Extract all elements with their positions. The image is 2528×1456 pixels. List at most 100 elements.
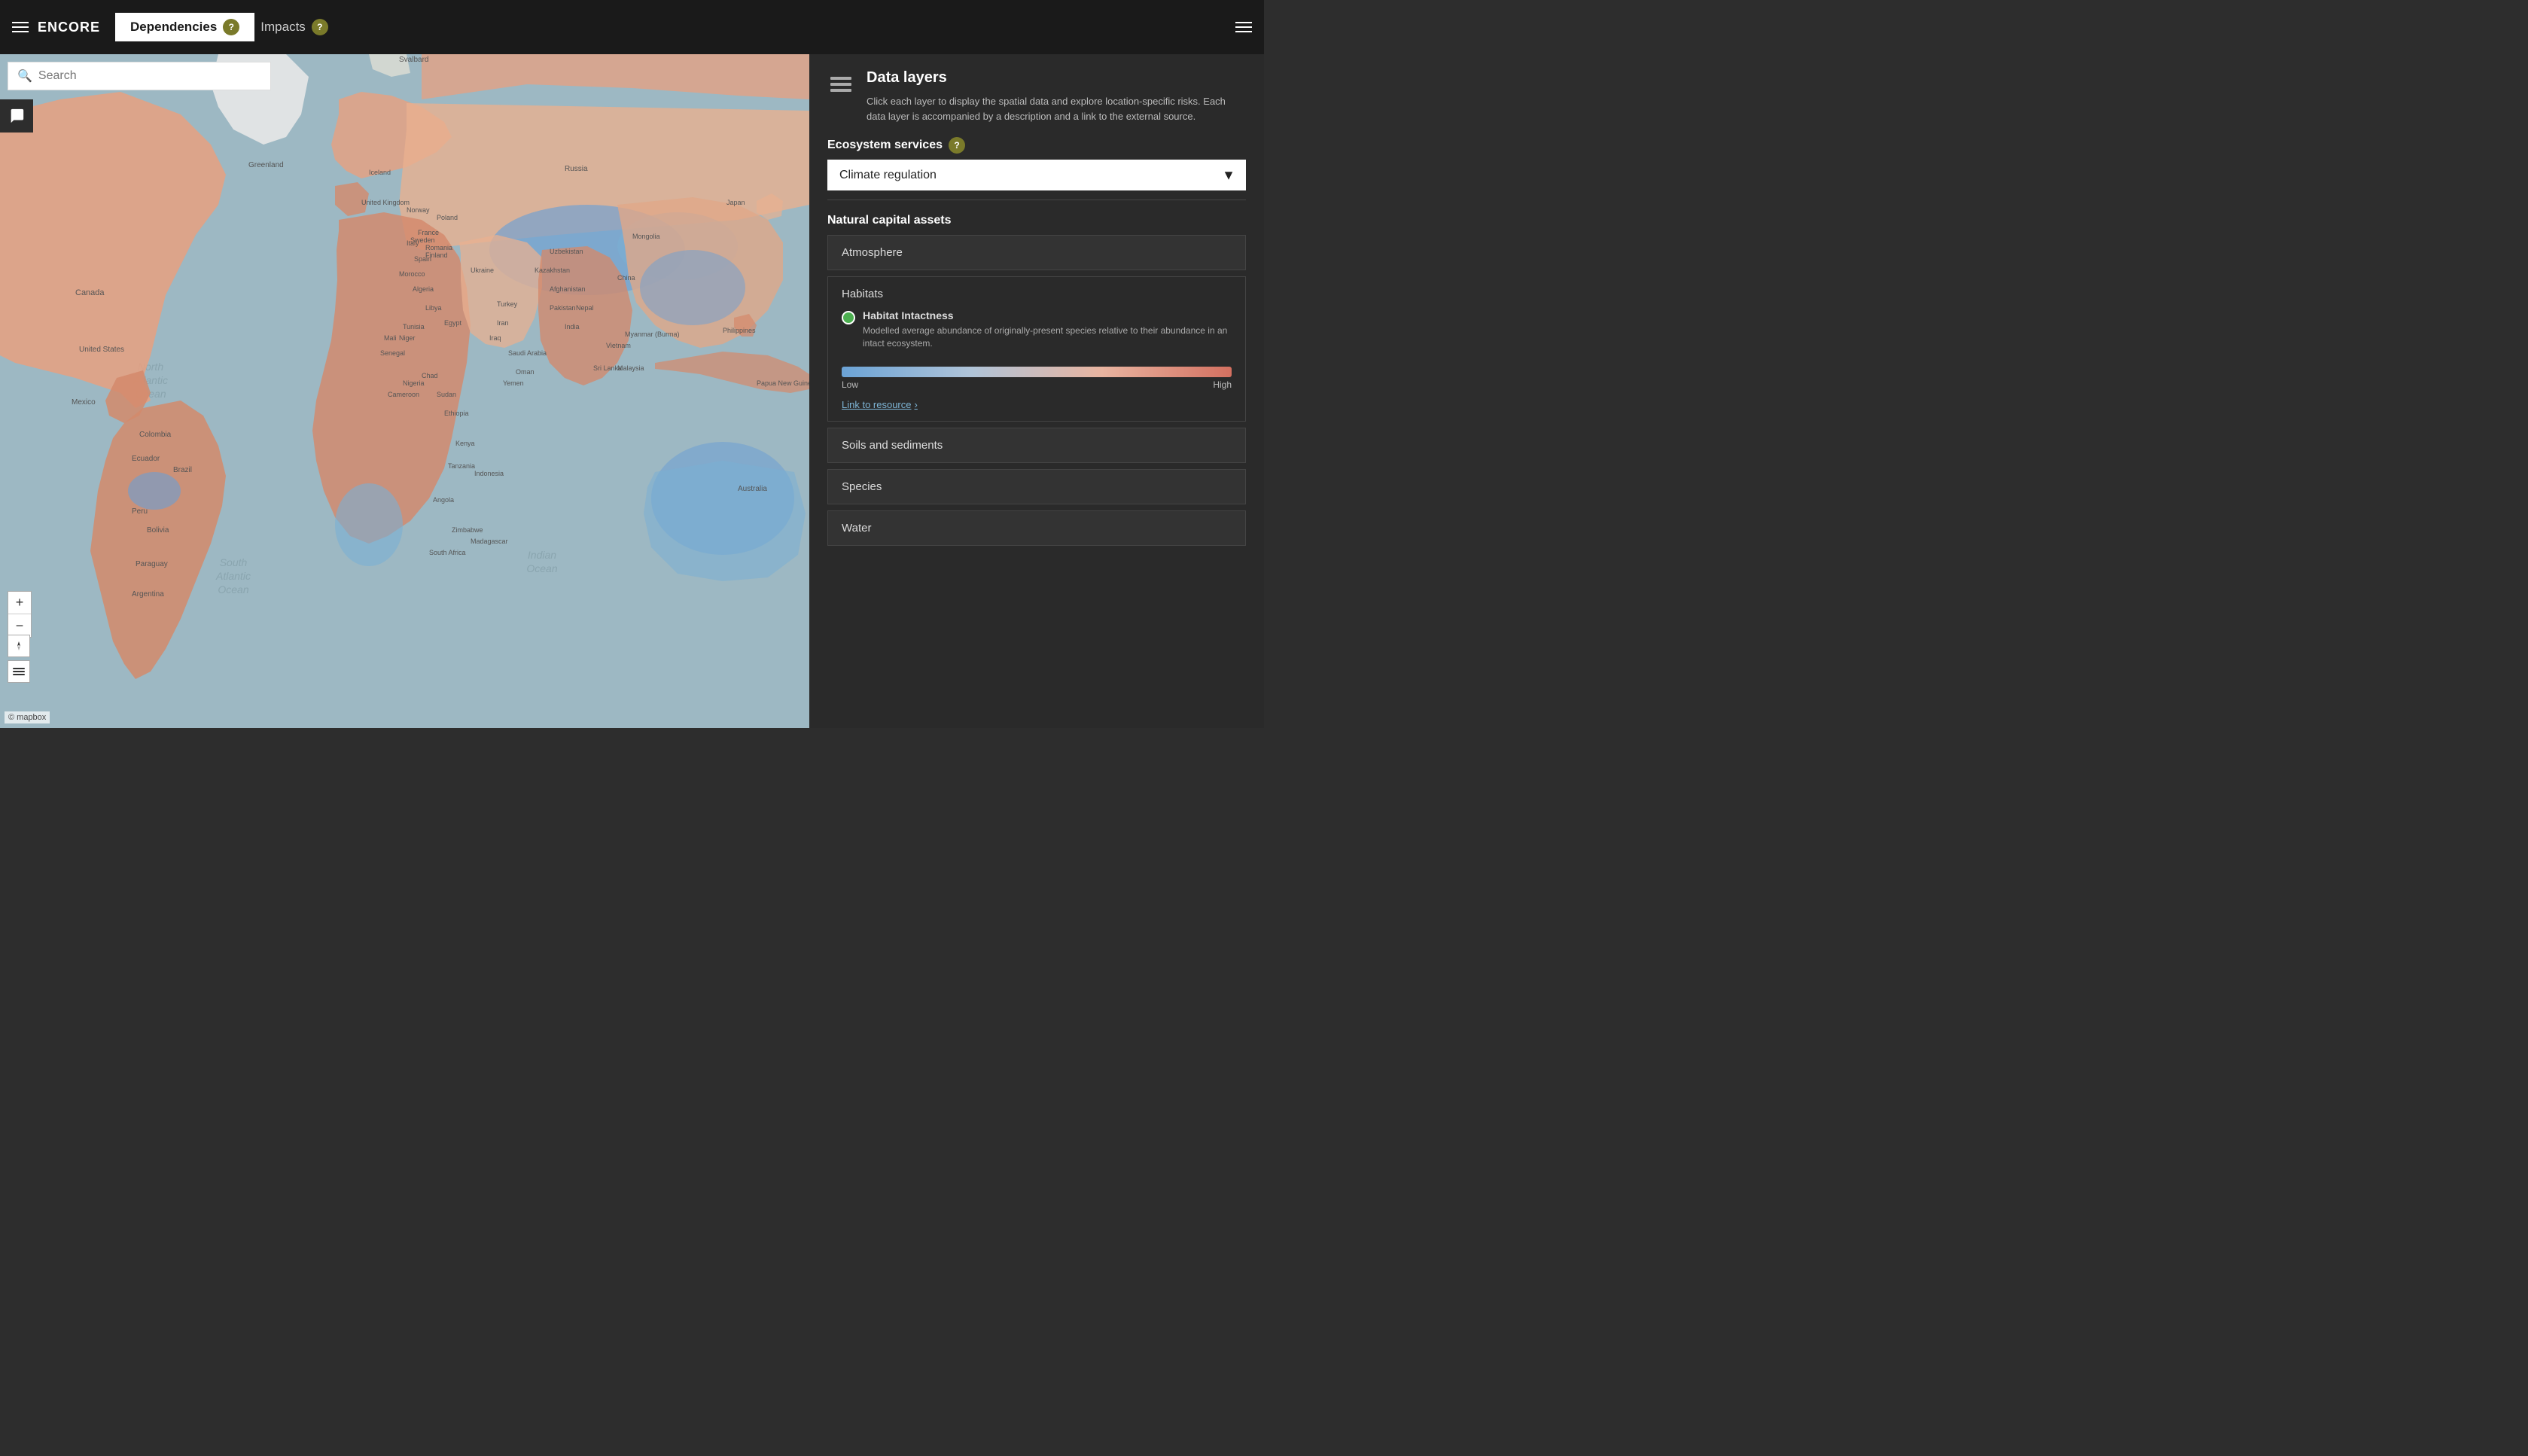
- zoom-controls: + −: [8, 591, 32, 638]
- svg-text:India: India: [565, 323, 580, 330]
- svg-text:Mali: Mali: [384, 334, 397, 342]
- panel-header: Data layers Click each layer to display …: [809, 54, 1264, 123]
- atmosphere-card[interactable]: Atmosphere: [827, 235, 1246, 270]
- ecosystem-dropdown-wrapper: Climate regulation Water regulation Carb…: [827, 160, 1246, 190]
- legend-low-label: Low: [842, 379, 858, 390]
- dependencies-button[interactable]: Dependencies ?: [115, 13, 254, 41]
- svg-text:Niger: Niger: [399, 334, 416, 342]
- svg-text:United States: United States: [79, 346, 124, 354]
- svg-text:Yemen: Yemen: [503, 379, 524, 387]
- legend-bar-wrapper: Low High: [828, 359, 1245, 393]
- svg-text:Ocean: Ocean: [526, 562, 557, 574]
- svg-text:Japan: Japan: [726, 199, 745, 206]
- ecosystem-help-icon[interactable]: ?: [949, 137, 965, 154]
- svg-text:Myanmar (Burma): Myanmar (Burma): [625, 330, 680, 338]
- svg-text:Australia: Australia: [738, 485, 767, 493]
- svg-text:Brazil: Brazil: [173, 466, 192, 474]
- svg-text:Uzbekistan: Uzbekistan: [550, 248, 583, 255]
- comment-button[interactable]: [0, 99, 33, 133]
- svg-text:Senegal: Senegal: [380, 349, 405, 357]
- svg-text:Kazakhstan: Kazakhstan: [535, 267, 570, 274]
- svg-text:Saudi Arabia: Saudi Arabia: [508, 349, 547, 357]
- dependencies-help-icon[interactable]: ?: [223, 19, 239, 35]
- header-menu-icon[interactable]: [12, 22, 29, 32]
- habitats-card[interactable]: Habitats Habitat Intactness Modelled ave…: [827, 276, 1246, 422]
- svg-text:Spain: Spain: [414, 255, 431, 263]
- svg-text:Colombia: Colombia: [139, 431, 172, 439]
- right-panel: Data layers Click each layer to display …: [809, 54, 1264, 728]
- svg-text:Egypt: Egypt: [444, 319, 462, 327]
- svg-text:Malaysia: Malaysia: [617, 364, 644, 372]
- svg-text:Norway: Norway: [407, 206, 430, 214]
- svg-text:Poland: Poland: [437, 214, 458, 221]
- app-header: ENCORE Dependencies ? Impacts ?: [0, 0, 1264, 54]
- search-bar: 🔍: [8, 62, 271, 90]
- compass-button[interactable]: [8, 635, 30, 657]
- zoom-in-button[interactable]: +: [8, 592, 31, 614]
- svg-text:Indonesia: Indonesia: [474, 470, 504, 477]
- svg-text:Paraguay: Paraguay: [136, 560, 168, 568]
- species-card[interactable]: Species: [827, 469, 1246, 504]
- svg-text:Papua New Guinea: Papua New Guinea: [757, 379, 809, 387]
- svg-text:Atlantic: Atlantic: [215, 570, 251, 582]
- world-map: North Atlantic Ocean South Atlantic Ocea…: [0, 54, 809, 728]
- data-layers-icon: [827, 71, 854, 102]
- habitat-intactness-name: Habitat Intactness: [863, 309, 1232, 321]
- habitat-intactness-desc: Modelled average abundance of originally…: [863, 324, 1232, 350]
- svg-text:Russia: Russia: [565, 165, 588, 173]
- svg-text:Libya: Libya: [425, 304, 442, 312]
- svg-text:Italy: Italy: [407, 239, 419, 247]
- svg-text:Ecuador: Ecuador: [132, 455, 160, 463]
- svg-text:Peru: Peru: [132, 507, 148, 516]
- svg-text:Greenland: Greenland: [248, 161, 284, 169]
- svg-text:Oman: Oman: [516, 368, 535, 376]
- search-input[interactable]: [38, 69, 261, 83]
- svg-text:Sudan: Sudan: [437, 391, 456, 398]
- species-label: Species: [828, 470, 1245, 504]
- ecosystem-services-title: Ecosystem services ?: [809, 123, 1264, 160]
- svg-text:United Kingdom: United Kingdom: [361, 199, 410, 206]
- map-container[interactable]: North Atlantic Ocean South Atlantic Ocea…: [0, 54, 809, 728]
- habitats-label: Habitats: [828, 277, 1245, 300]
- legend-high-label: High: [1213, 379, 1232, 390]
- habitat-active-indicator: [842, 311, 855, 324]
- svg-text:Ethiopia: Ethiopia: [444, 410, 469, 417]
- mapbox-credit: © mapbox: [5, 711, 50, 723]
- svg-text:Romania: Romania: [425, 244, 452, 251]
- svg-text:Turkey: Turkey: [497, 300, 518, 308]
- habitat-intactness-item: Habitat Intactness Modelled average abun…: [828, 300, 1245, 359]
- layers-button[interactable]: [8, 660, 30, 683]
- svg-text:Zimbabwe: Zimbabwe: [452, 526, 483, 534]
- svg-text:Nepal: Nepal: [576, 304, 594, 312]
- svg-text:Iraq: Iraq: [489, 334, 501, 342]
- link-arrow-icon: ›: [915, 399, 918, 410]
- atmosphere-label: Atmosphere: [828, 236, 1245, 270]
- svg-text:Cameroon: Cameroon: [388, 391, 419, 398]
- impacts-button[interactable]: Impacts ?: [260, 19, 328, 35]
- panel-title: Data layers: [867, 69, 1246, 87]
- svg-text:Ocean: Ocean: [218, 583, 248, 595]
- svg-text:Chad: Chad: [422, 372, 438, 379]
- water-card[interactable]: Water: [827, 510, 1246, 546]
- impacts-help-icon[interactable]: ?: [312, 19, 328, 35]
- svg-text:Vietnam: Vietnam: [606, 342, 631, 349]
- ecosystem-services-dropdown[interactable]: Climate regulation Water regulation Carb…: [827, 160, 1246, 190]
- header-right-menu-icon[interactable]: [1235, 22, 1252, 32]
- svg-text:Svalbard: Svalbard: [399, 56, 428, 64]
- svg-text:Argentina: Argentina: [132, 590, 164, 599]
- svg-text:Ukraine: Ukraine: [471, 267, 494, 274]
- search-icon: 🔍: [17, 69, 32, 84]
- soils-label: Soils and sediments: [828, 428, 1245, 462]
- link-resource[interactable]: Link to resource ›: [828, 393, 1245, 421]
- svg-text:France: France: [418, 229, 439, 236]
- soils-card[interactable]: Soils and sediments: [827, 428, 1246, 463]
- svg-text:South: South: [220, 556, 248, 568]
- svg-text:South Africa: South Africa: [429, 549, 466, 556]
- svg-text:Afghanistan: Afghanistan: [550, 285, 586, 293]
- svg-text:Tanzania: Tanzania: [448, 462, 475, 470]
- svg-text:Indian: Indian: [528, 549, 556, 561]
- panel-description: Click each layer to display the spatial …: [867, 94, 1246, 123]
- zoom-out-button[interactable]: −: [8, 614, 31, 637]
- svg-text:Iceland: Iceland: [369, 169, 391, 176]
- svg-text:Algeria: Algeria: [413, 285, 434, 293]
